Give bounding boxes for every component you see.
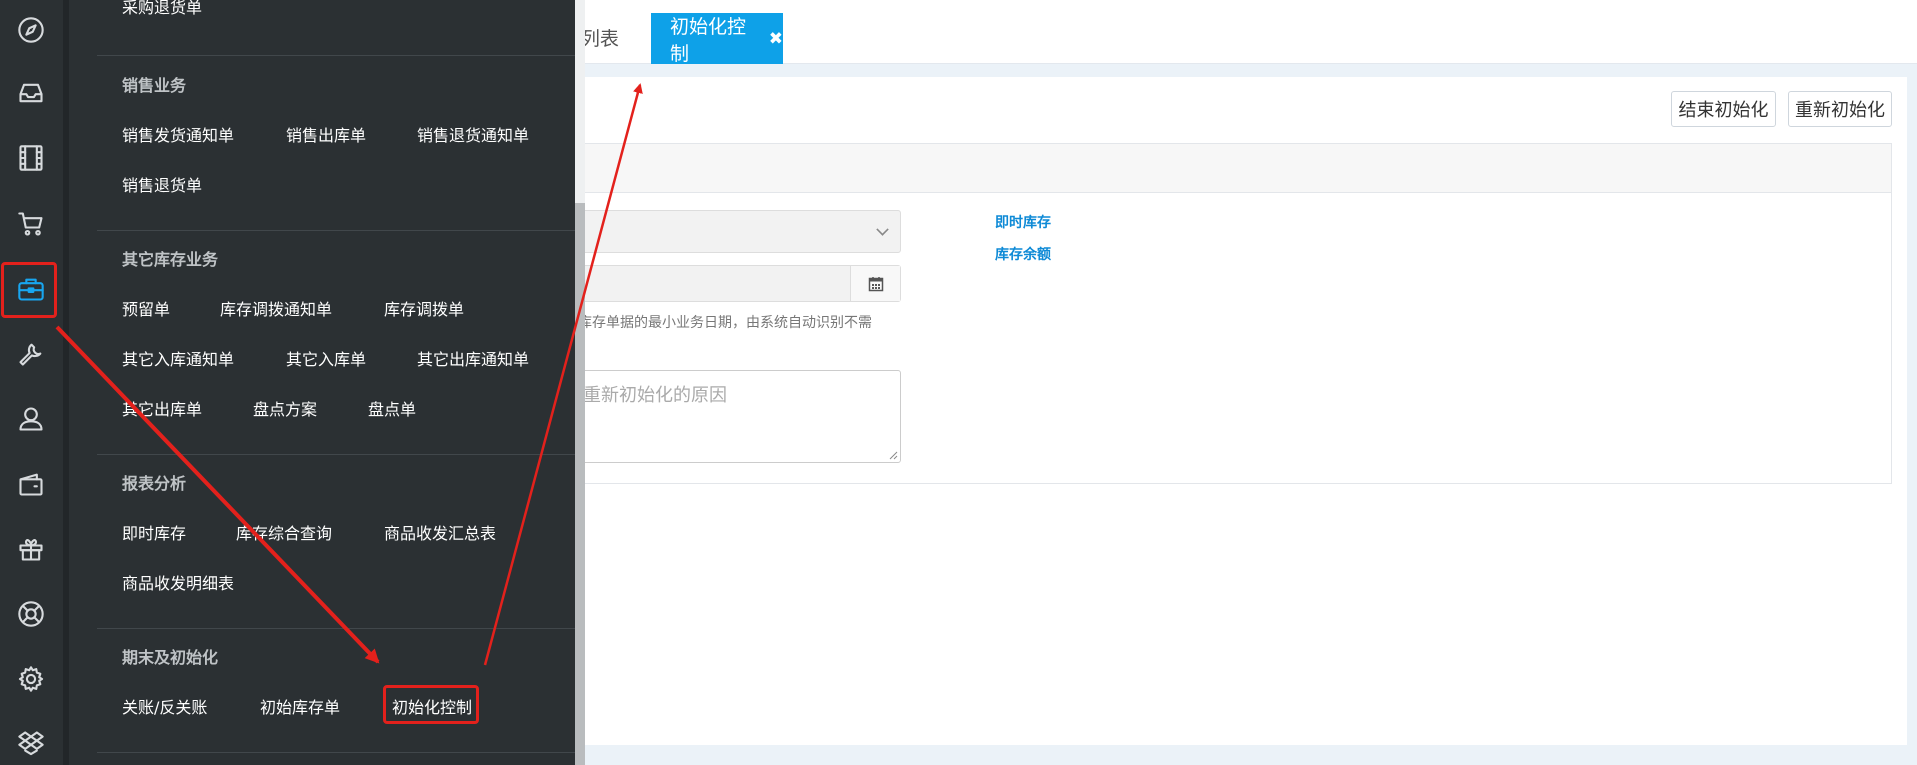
inbox-icon[interactable]: [12, 74, 50, 112]
cart-icon[interactable]: [12, 205, 50, 243]
menu-item-other-outbound[interactable]: 其它出库单: [122, 396, 202, 420]
film-icon[interactable]: [12, 139, 50, 177]
section-divider: [97, 752, 575, 753]
calendar-icon[interactable]: [850, 266, 900, 301]
menu-item-close-account[interactable]: 关账/反关账: [122, 694, 207, 718]
menu-item-reservation[interactable]: 预留单: [122, 296, 170, 320]
section-title-period: 期末及初始化: [122, 648, 219, 667]
resize-grip-icon[interactable]: [888, 450, 898, 460]
menu-item-sales-delivery-notice[interactable]: 销售发货通知单: [122, 122, 234, 146]
lifebuoy-icon[interactable]: [12, 595, 50, 633]
section-divider: [97, 230, 575, 231]
chevron-down-icon: [876, 223, 889, 236]
menu-item-stock-query[interactable]: 库存综合查询: [236, 520, 332, 544]
dropbox-icon[interactable]: [12, 724, 50, 762]
menu-item-sales-return[interactable]: 销售退货单: [122, 172, 202, 196]
date-field[interactable]: [572, 265, 901, 302]
menu-item-stocktake-plan[interactable]: 盘点方案: [253, 396, 317, 420]
menu-item-transfer-notice[interactable]: 库存调拨通知单: [220, 296, 332, 320]
menu-highlight-box: [383, 685, 479, 724]
compass-icon[interactable]: [12, 11, 50, 49]
section-divider: [97, 454, 575, 455]
tab-init-control[interactable]: 初始化控制 ✖: [651, 13, 783, 65]
section-title-other-stock: 其它库存业务: [122, 250, 219, 269]
reason-textarea[interactable]: [572, 370, 901, 463]
tab-init-control-label: 初始化控制: [670, 15, 747, 65]
menu-item-sales-outbound[interactable]: 销售出库单: [286, 122, 366, 146]
card-header: [573, 144, 1891, 193]
menu-item-other-outbound-notice[interactable]: 其它出库通知单: [417, 346, 529, 370]
menu-item-transfer[interactable]: 库存调拨单: [384, 296, 464, 320]
menu-item-sales-return-notice[interactable]: 销售退货通知单: [417, 122, 529, 146]
rail-highlight-box: [1, 262, 57, 318]
flyout-edge: [63, 0, 69, 765]
menu-item-initial-stock[interactable]: 初始库存单: [260, 694, 340, 718]
icon-rail: [0, 0, 63, 765]
gear-icon[interactable]: [12, 660, 50, 698]
menu-item-stocktake[interactable]: 盘点单: [368, 396, 416, 420]
menu-item-instant-stock[interactable]: 即时库存: [122, 520, 186, 544]
menu-item-goods-summary[interactable]: 商品收发汇总表: [384, 520, 496, 544]
wrench-icon[interactable]: [12, 335, 50, 373]
section-title-reports: 报表分析: [122, 474, 187, 493]
instant-stock-link[interactable]: 即时库存: [995, 212, 1051, 232]
close-icon[interactable]: ✖: [769, 29, 783, 49]
flyout-scroll-thumb[interactable]: [575, 203, 585, 765]
date-hint-text: 库存单据的最小业务日期，由系统自动识别不需: [578, 315, 872, 331]
menu-item-goods-detail[interactable]: 商品收发明细表: [122, 570, 234, 594]
section-divider: [97, 55, 575, 56]
stock-balance-link[interactable]: 库存余额: [995, 244, 1051, 264]
user-icon[interactable]: [12, 400, 50, 438]
wallet-icon[interactable]: [12, 465, 50, 503]
section-title-sales: 销售业务: [122, 76, 187, 95]
gift-icon[interactable]: [12, 530, 50, 568]
reinit-button[interactable]: 重新初始化: [1788, 91, 1892, 127]
menu-item-purchase-return[interactable]: 采购退货单: [122, 0, 202, 18]
menu-item-other-inbound-notice[interactable]: 其它入库通知单: [122, 346, 234, 370]
menu-item-other-inbound[interactable]: 其它入库单: [286, 346, 366, 370]
end-init-button[interactable]: 结束初始化: [1671, 91, 1776, 127]
section-divider: [97, 628, 575, 629]
warehouse-select[interactable]: [572, 210, 901, 253]
